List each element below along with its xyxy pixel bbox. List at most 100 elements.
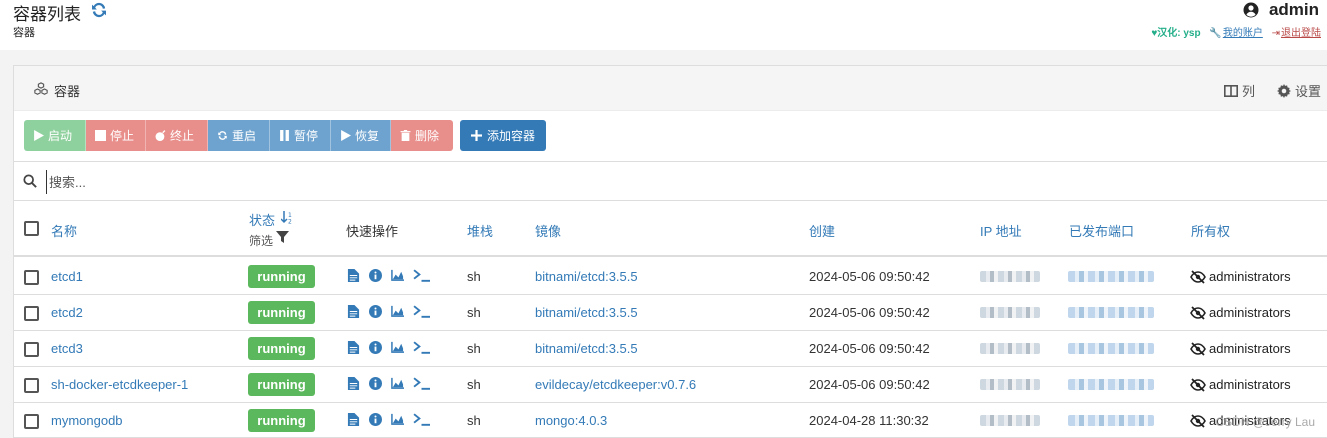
quick-actions: [347, 305, 430, 318]
area-chart-icon[interactable]: [391, 341, 404, 354]
restart-button[interactable]: 重启: [208, 120, 270, 151]
containers-panel: 容器 列 设置 启动 停止 终止 重启 暂停 恢复 删除 添加容器 搜索... …: [13, 65, 1327, 438]
image-link[interactable]: bitnami/etcd:3.5.5: [535, 269, 638, 284]
remove-button[interactable]: 删除: [391, 120, 453, 151]
table-row: etcd3 running sh bitnami/etcd:3.5.5 2024…: [14, 331, 1327, 367]
status-badge: running: [248, 373, 315, 396]
container-name-link[interactable]: mymongodb: [51, 413, 123, 428]
ownership: administrators: [1190, 377, 1291, 392]
status-badge: running: [248, 301, 315, 324]
table-header: 名称 状态 12 筛选 快速操作 堆栈 镜像 创建 IP 地址 已发布端口 所有…: [14, 201, 1327, 257]
image-link[interactable]: bitnami/etcd:3.5.5: [535, 341, 638, 356]
image-link[interactable]: evildecay/etcdkeeper:v0.7.6: [535, 377, 696, 392]
settings-button[interactable]: 设置: [1276, 81, 1321, 100]
start-button[interactable]: 启动: [24, 120, 86, 151]
container-name-link[interactable]: etcd2: [51, 305, 83, 320]
resume-button[interactable]: 恢复: [331, 120, 391, 151]
cubes-icon: [34, 82, 48, 95]
info-circle-icon[interactable]: [369, 413, 382, 426]
search-input[interactable]: [46, 170, 546, 194]
container-name-link[interactable]: etcd3: [51, 341, 83, 356]
published-ports-redacted[interactable]: [1068, 307, 1154, 318]
row-checkbox[interactable]: [24, 306, 39, 321]
row-checkbox[interactable]: [24, 414, 39, 429]
status-badge: running: [248, 265, 315, 288]
stop-button[interactable]: 停止: [86, 120, 146, 151]
user-links: ♥汉化: ysp 🔧我的账户 ⇥退出登陆: [1145, 24, 1321, 39]
terminal-icon[interactable]: [413, 341, 430, 354]
terminal-icon[interactable]: [413, 269, 430, 282]
terminal-icon[interactable]: [413, 305, 430, 318]
ownership: administrators: [1190, 341, 1291, 356]
logs-file-icon[interactable]: [347, 305, 360, 318]
gear-icon: [1276, 83, 1291, 98]
table-row: etcd2 running sh bitnami/etcd:3.5.5 2024…: [14, 295, 1327, 331]
watermark: CSDN @Jerry Lau: [1215, 415, 1315, 429]
action-toolbar: 启动 停止 终止 重启 暂停 恢复 删除: [24, 120, 453, 151]
column-header-ip[interactable]: IP 地址: [980, 221, 1022, 240]
pause-icon: [280, 130, 289, 141]
eye-slash-icon: [1190, 341, 1206, 356]
column-header-image[interactable]: 镜像: [535, 221, 561, 240]
logout-link[interactable]: 退出登陆: [1281, 28, 1321, 39]
table-row: mymongodb running sh mongo:4.0.3 2024-04…: [14, 403, 1327, 438]
my-account-link[interactable]: 我的账户: [1223, 28, 1263, 39]
published-ports-redacted[interactable]: [1068, 379, 1154, 390]
terminal-icon[interactable]: [413, 377, 430, 390]
wrench-icon: 🔧: [1209, 28, 1222, 39]
state-filter-label[interactable]: 筛选: [249, 232, 273, 249]
sync-icon: [218, 131, 227, 140]
select-all-checkbox[interactable]: [24, 221, 39, 236]
published-ports-redacted[interactable]: [1068, 343, 1154, 354]
area-chart-icon[interactable]: [391, 305, 404, 318]
pause-button[interactable]: 暂停: [270, 120, 331, 151]
column-header-state[interactable]: 状态: [249, 210, 275, 229]
eye-slash-icon: [1190, 269, 1206, 284]
info-circle-icon[interactable]: [369, 305, 382, 318]
area-chart-icon[interactable]: [391, 269, 404, 282]
quick-actions: [347, 269, 430, 282]
column-header-created[interactable]: 创建: [809, 221, 835, 240]
area-chart-icon[interactable]: [391, 377, 404, 390]
status-badge: running: [248, 409, 315, 432]
play-icon: [341, 130, 351, 141]
published-ports-redacted[interactable]: [1068, 271, 1154, 282]
row-checkbox[interactable]: [24, 270, 39, 285]
column-header-ports[interactable]: 已发布端口: [1069, 221, 1134, 240]
logs-file-icon[interactable]: [347, 341, 360, 354]
column-header-ownership[interactable]: 所有权: [1191, 221, 1230, 240]
image-link[interactable]: bitnami/etcd:3.5.5: [535, 305, 638, 320]
ip-address-redacted: [980, 271, 1040, 282]
columns-label: 列: [1241, 84, 1255, 99]
info-circle-icon[interactable]: [369, 377, 382, 390]
published-ports-redacted[interactable]: [1068, 415, 1154, 426]
kill-button[interactable]: 终止: [146, 120, 208, 151]
column-header-name[interactable]: 名称: [51, 221, 77, 240]
terminal-icon[interactable]: [413, 413, 430, 426]
add-container-button[interactable]: 添加容器: [460, 120, 546, 151]
container-name-link[interactable]: sh-docker-etcdkeeper-1: [51, 377, 188, 392]
stack-name: sh: [467, 413, 481, 428]
translate-credit: ♥汉化: ysp: [1151, 28, 1201, 39]
info-circle-icon[interactable]: [369, 341, 382, 354]
columns-button[interactable]: 列: [1223, 81, 1255, 100]
logs-file-icon[interactable]: [347, 413, 360, 426]
logs-file-icon[interactable]: [347, 269, 360, 282]
search-icon: [23, 174, 37, 188]
area-chart-icon[interactable]: [391, 413, 404, 426]
created-date: 2024-05-06 09:50:42: [809, 305, 930, 320]
image-link[interactable]: mongo:4.0.3: [535, 413, 607, 428]
row-checkbox[interactable]: [24, 378, 39, 393]
row-checkbox[interactable]: [24, 342, 39, 357]
container-name-link[interactable]: etcd1: [51, 269, 83, 284]
ownership: administrators: [1190, 269, 1291, 284]
svg-text:2: 2: [288, 219, 292, 225]
column-header-stack[interactable]: 堆栈: [467, 221, 493, 240]
logs-file-icon[interactable]: [347, 377, 360, 390]
info-circle-icon[interactable]: [369, 269, 382, 282]
username[interactable]: admin: [1269, 0, 1319, 20]
play-icon: [34, 130, 44, 141]
refresh-icon[interactable]: [90, 1, 108, 19]
sort-amount-down-icon[interactable]: 12: [281, 211, 294, 224]
filter-icon[interactable]: [276, 231, 289, 244]
